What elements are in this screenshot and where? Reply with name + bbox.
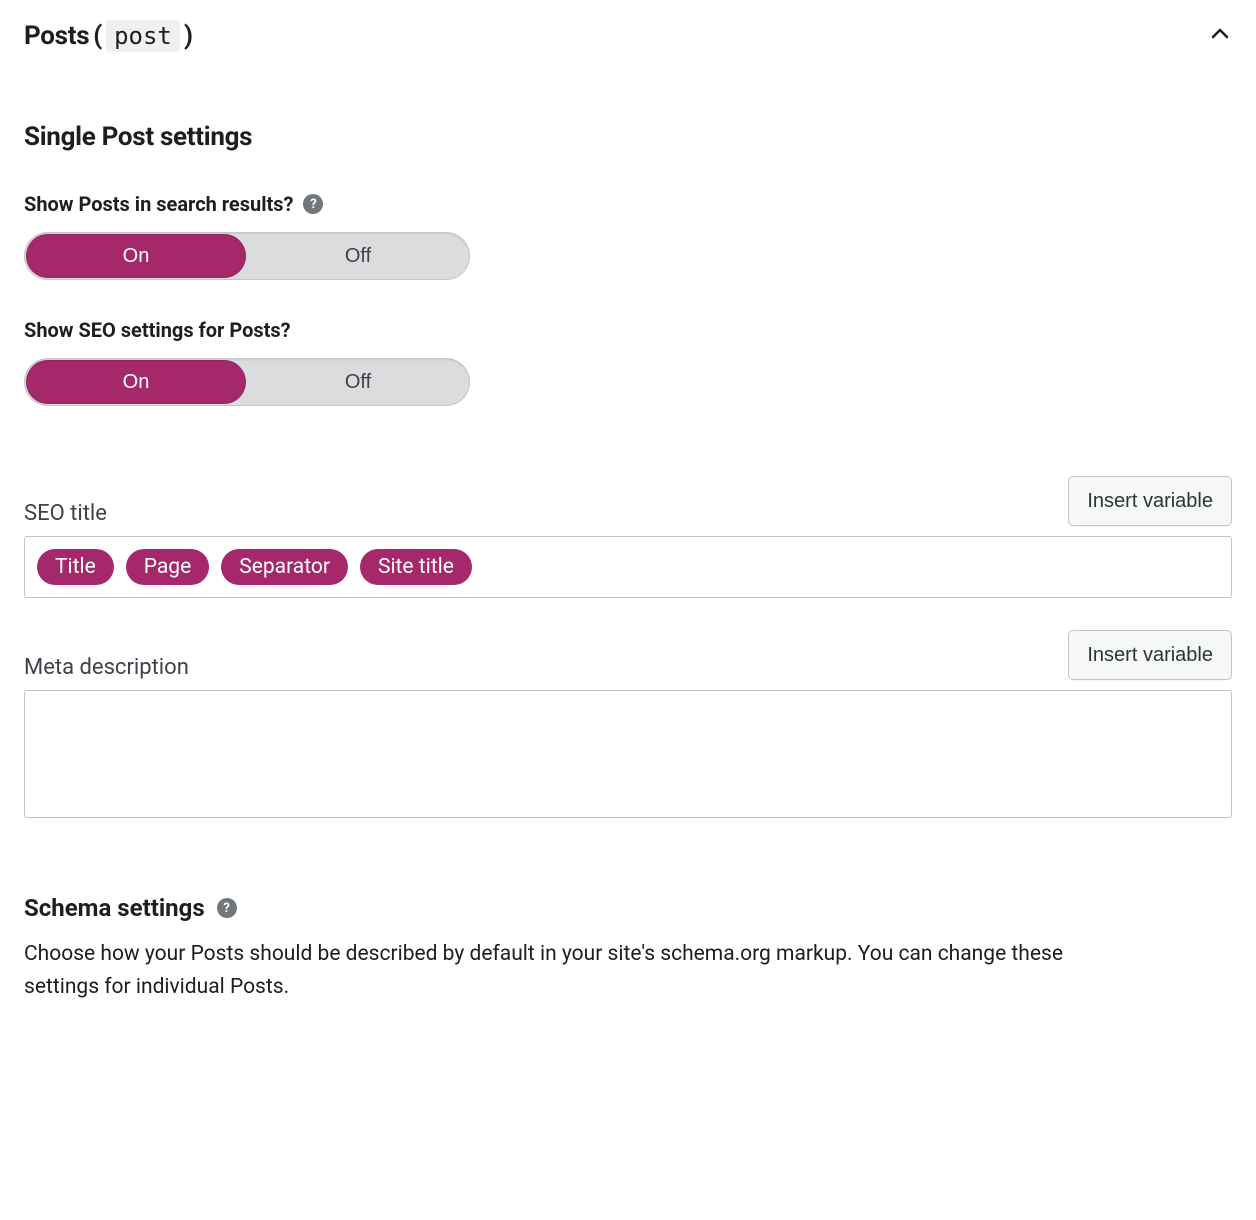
variable-pill-page[interactable]: Page: [126, 549, 210, 585]
variable-pill-title[interactable]: Title: [37, 549, 114, 585]
help-icon[interactable]: ?: [303, 194, 323, 214]
toggle-on-button[interactable]: On: [26, 234, 246, 278]
schema-settings-heading: Schema settings: [24, 894, 205, 922]
show-seo-settings-field: Show SEO settings for Posts? On Off: [24, 318, 1232, 406]
show-seo-settings-label: Show SEO settings for Posts?: [24, 318, 291, 342]
paren-open: (: [93, 21, 102, 51]
show-in-search-label: Show Posts in search results?: [24, 192, 293, 216]
toggle-on-button[interactable]: On: [26, 360, 246, 404]
insert-variable-button[interactable]: Insert variable: [1068, 630, 1232, 680]
chevron-up-icon[interactable]: [1208, 22, 1232, 50]
panel-title: Posts ( post ): [24, 20, 193, 52]
seo-title-input[interactable]: Title Page Separator Site title: [24, 536, 1232, 598]
show-in-search-toggle[interactable]: On Off: [24, 232, 470, 280]
toggle-off-button[interactable]: Off: [248, 360, 468, 404]
post-type-slug: post: [106, 20, 180, 52]
meta-description-block: Meta description Insert variable: [24, 630, 1232, 818]
panel-title-prefix: Posts: [24, 21, 89, 51]
toggle-off-button[interactable]: Off: [248, 234, 468, 278]
seo-title-label: SEO title: [24, 501, 107, 526]
show-in-search-field: Show Posts in search results? ? On Off: [24, 192, 1232, 280]
variable-pill-separator[interactable]: Separator: [221, 549, 348, 585]
meta-description-label: Meta description: [24, 655, 189, 680]
variable-pill-site-title[interactable]: Site title: [360, 549, 472, 585]
insert-variable-button[interactable]: Insert variable: [1068, 476, 1232, 526]
show-seo-settings-toggle[interactable]: On Off: [24, 358, 470, 406]
schema-settings-section: Schema settings ? Choose how your Posts …: [24, 894, 1232, 1003]
help-icon[interactable]: ?: [217, 898, 237, 918]
paren-close: ): [184, 21, 193, 51]
single-post-settings-heading: Single Post settings: [24, 122, 1232, 152]
meta-description-input[interactable]: [24, 690, 1232, 818]
schema-settings-description: Choose how your Posts should be describe…: [24, 938, 1064, 1003]
seo-title-block: SEO title Insert variable Title Page Sep…: [24, 476, 1232, 598]
panel-header[interactable]: Posts ( post ): [24, 20, 1232, 52]
